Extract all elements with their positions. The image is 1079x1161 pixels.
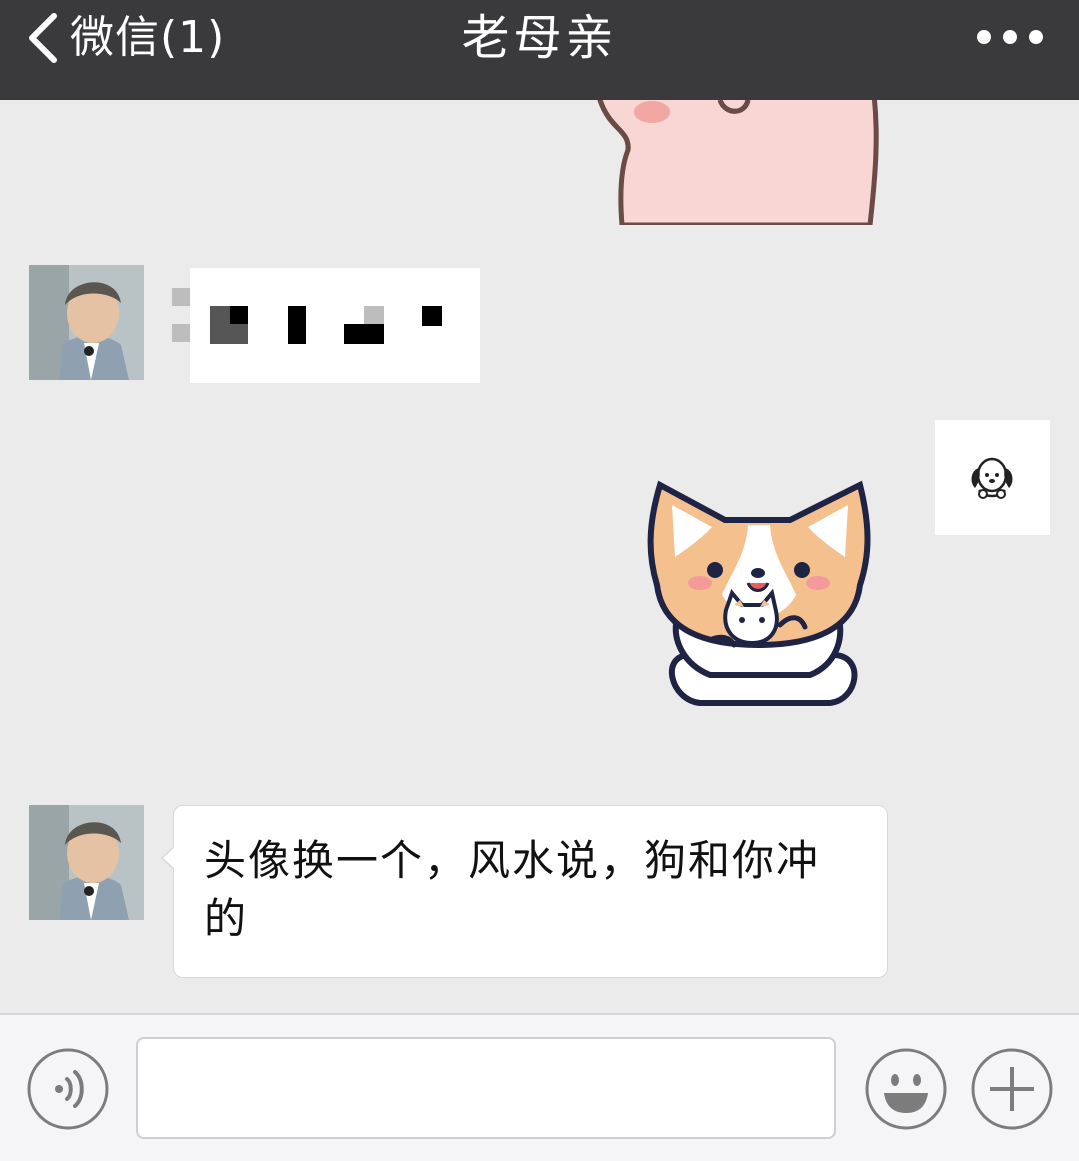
plus-icon[interactable] xyxy=(970,1047,1054,1131)
contact-avatar[interactable] xyxy=(29,265,144,380)
input-bar xyxy=(0,1013,1079,1161)
ellipsis-icon[interactable] xyxy=(975,22,1045,52)
voice-icon[interactable] xyxy=(26,1047,110,1131)
dog-face-icon xyxy=(971,457,1013,499)
self-avatar[interactable] xyxy=(935,420,1050,535)
contact-avatar[interactable] xyxy=(29,805,144,920)
navigation-bar: 微信(1) 老母亲 xyxy=(0,0,1079,100)
chat-area[interactable]: 头像换一个，风水说，狗和你冲的 xyxy=(0,100,1079,1013)
message-text: 头像换一个，风水说，狗和你冲的 xyxy=(204,836,821,943)
corgi-sticker-image[interactable] xyxy=(630,465,885,715)
message-input[interactable] xyxy=(136,1037,836,1139)
text-message-bubble[interactable]: 头像换一个，风水说，狗和你冲的 xyxy=(161,805,888,978)
pink-sticker-image[interactable] xyxy=(580,100,890,225)
chat-title: 老母亲 xyxy=(461,10,618,66)
redacted-message-bubble[interactable] xyxy=(172,268,480,383)
smiley-icon[interactable] xyxy=(864,1047,948,1131)
